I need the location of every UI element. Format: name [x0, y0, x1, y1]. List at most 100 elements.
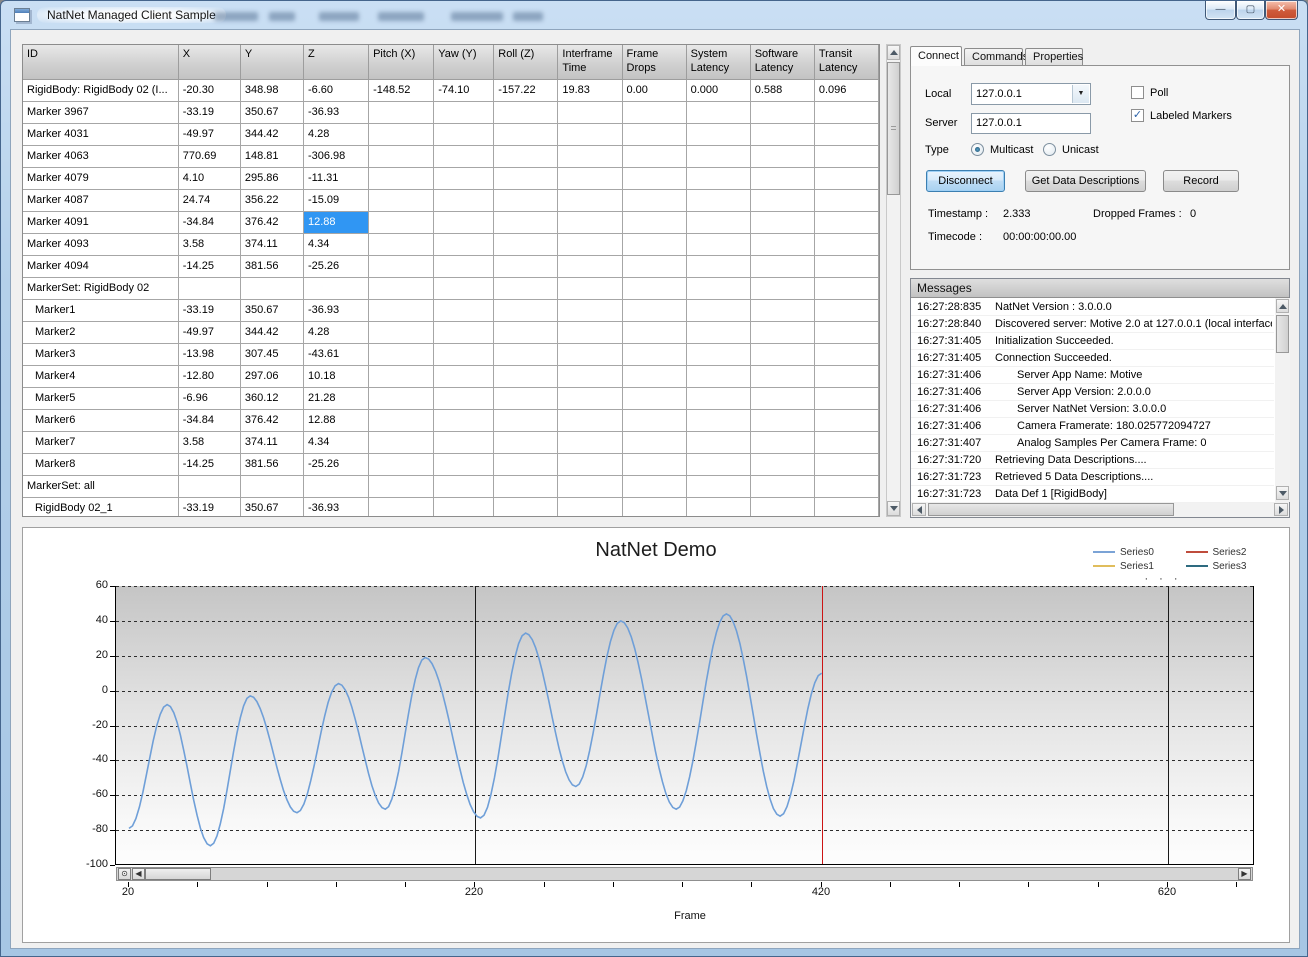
legend-item-series3[interactable]: Series3 — [1186, 559, 1279, 573]
table-cell[interactable] — [494, 387, 558, 409]
table-cell[interactable] — [494, 321, 558, 343]
messages-scroll-left-button[interactable] — [912, 503, 926, 516]
table-cell[interactable]: 4.28 — [303, 321, 368, 343]
table-cell[interactable] — [434, 189, 494, 211]
message-row[interactable]: 16:27:31:406Server App Name: Motive — [911, 367, 1274, 384]
table-cell[interactable]: 12.88 — [303, 409, 368, 431]
table-cell[interactable] — [686, 453, 750, 475]
table-cell[interactable] — [434, 365, 494, 387]
table-cell[interactable] — [369, 101, 434, 123]
tab-connect[interactable]: Connect — [910, 46, 962, 66]
table-cell[interactable] — [814, 365, 878, 387]
table-cell[interactable] — [494, 233, 558, 255]
table-cell[interactable]: -36.93 — [303, 299, 368, 321]
table-cell[interactable]: -13.98 — [178, 343, 240, 365]
table-cell[interactable] — [558, 453, 622, 475]
table-cell[interactable] — [622, 101, 686, 123]
table-cell[interactable]: MarkerSet: all — [23, 475, 178, 497]
table-cell[interactable] — [686, 299, 750, 321]
table-cell[interactable] — [558, 431, 622, 453]
table-cell[interactable]: -6.96 — [178, 387, 240, 409]
table-cell[interactable] — [814, 123, 878, 145]
table-cell[interactable]: -6.60 — [303, 79, 368, 101]
messages-vscroll-thumb[interactable] — [1276, 315, 1289, 353]
table-cell[interactable]: Marker8 — [23, 453, 178, 475]
table-cell[interactable]: -49.97 — [178, 321, 240, 343]
table-cell[interactable]: -34.84 — [178, 211, 240, 233]
table-cell[interactable]: 12.88 — [303, 211, 368, 233]
table-cell[interactable]: 381.56 — [240, 453, 303, 475]
table-cell[interactable] — [434, 123, 494, 145]
table-cell[interactable]: 381.56 — [240, 255, 303, 277]
table-cell[interactable] — [686, 101, 750, 123]
table-cell[interactable]: Marker3 — [23, 343, 178, 365]
blurred-menu-item[interactable] — [513, 12, 543, 21]
table-cell[interactable] — [686, 123, 750, 145]
tab-commands[interactable]: Commands — [964, 48, 1023, 66]
table-cell[interactable] — [434, 167, 494, 189]
table-cell[interactable] — [622, 475, 686, 497]
message-row[interactable]: 16:27:31:405Connection Succeeded. — [911, 350, 1274, 367]
table-cell[interactable] — [622, 343, 686, 365]
table-cell[interactable] — [814, 387, 878, 409]
table-cell[interactable]: -148.52 — [369, 79, 434, 101]
table-cell[interactable] — [369, 409, 434, 431]
table-cell[interactable]: 350.67 — [240, 101, 303, 123]
table-cell[interactable] — [686, 277, 750, 299]
table-cell[interactable] — [369, 343, 434, 365]
table-cell[interactable] — [622, 431, 686, 453]
table-cell[interactable]: Marker2 — [23, 321, 178, 343]
chart-scrollbar-thumb[interactable] — [145, 868, 211, 880]
table-cell[interactable] — [814, 453, 878, 475]
table-cell[interactable] — [434, 321, 494, 343]
table-cell[interactable] — [494, 211, 558, 233]
table-cell[interactable] — [178, 277, 240, 299]
table-cell[interactable] — [814, 189, 878, 211]
table-cell[interactable]: RigidBody: RigidBody 02 (I... — [23, 79, 178, 101]
table-cell[interactable]: -15.09 — [303, 189, 368, 211]
table-cell[interactable] — [622, 255, 686, 277]
table-cell[interactable] — [558, 211, 622, 233]
table-cell[interactable] — [622, 453, 686, 475]
table-cell[interactable] — [369, 211, 434, 233]
table-cell[interactable]: Marker 4087 — [23, 189, 178, 211]
table-cell[interactable]: -36.93 — [303, 497, 368, 517]
table-cell[interactable] — [814, 277, 878, 299]
table-cell[interactable]: 4.34 — [303, 431, 368, 453]
table-cell[interactable] — [622, 409, 686, 431]
table-cell[interactable] — [558, 475, 622, 497]
table-cell[interactable] — [434, 497, 494, 517]
maximize-button[interactable]: ▢ — [1236, 1, 1265, 20]
minimize-button[interactable]: — — [1205, 1, 1236, 20]
table-cell[interactable] — [750, 431, 814, 453]
table-cell[interactable]: 350.67 — [240, 497, 303, 517]
blurred-menu-item[interactable] — [269, 12, 295, 21]
unicast-radio[interactable] — [1043, 143, 1056, 156]
table-cell[interactable] — [750, 255, 814, 277]
table-cell[interactable] — [369, 453, 434, 475]
table-cell[interactable] — [558, 321, 622, 343]
table-cell[interactable] — [434, 233, 494, 255]
table-cell[interactable]: 348.98 — [240, 79, 303, 101]
table-cell[interactable] — [494, 123, 558, 145]
table-cell[interactable] — [434, 211, 494, 233]
table-cell[interactable] — [558, 167, 622, 189]
table-cell[interactable]: 3.58 — [178, 431, 240, 453]
blurred-menu-item[interactable] — [214, 12, 258, 21]
table-cell[interactable] — [434, 453, 494, 475]
table-cell[interactable] — [434, 101, 494, 123]
table-cell[interactable]: 307.45 — [240, 343, 303, 365]
column-header[interactable]: Frame Drops — [622, 45, 686, 79]
table-cell[interactable] — [369, 167, 434, 189]
legend-item-series0[interactable]: Series0 — [1093, 545, 1186, 559]
table-cell[interactable]: Marker7 — [23, 431, 178, 453]
table-cell[interactable] — [434, 277, 494, 299]
table-cell[interactable]: 148.81 — [240, 145, 303, 167]
table-cell[interactable]: 3.58 — [178, 233, 240, 255]
messages-scroll-right-button[interactable] — [1274, 503, 1288, 516]
table-cell[interactable] — [750, 343, 814, 365]
table-cell[interactable] — [686, 145, 750, 167]
table-cell[interactable] — [814, 145, 878, 167]
table-cell[interactable]: Marker5 — [23, 387, 178, 409]
table-cell[interactable]: 0.000 — [686, 79, 750, 101]
